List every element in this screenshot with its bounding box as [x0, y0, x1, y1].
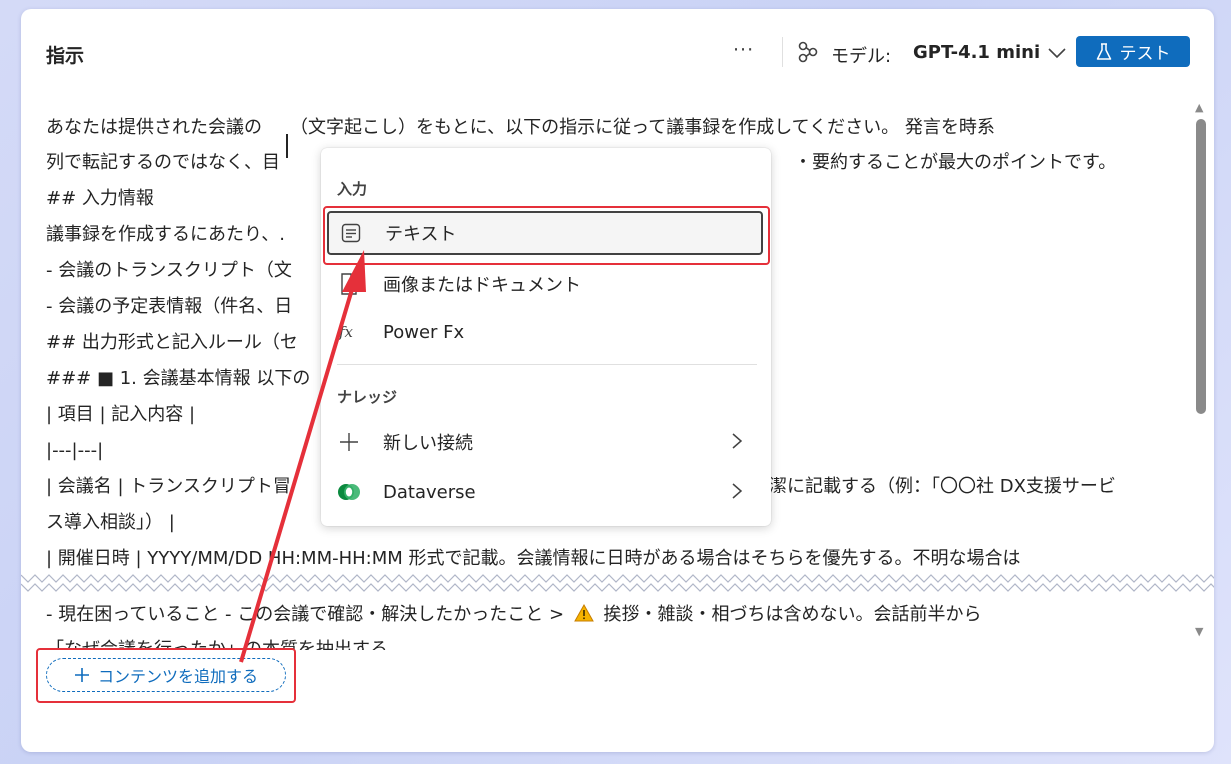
document-icon — [341, 273, 357, 295]
editor-line: ## 出力形式と記入ルール（セ — [46, 332, 298, 353]
menu-section-input: 入力 — [337, 180, 368, 198]
menu-item-label: Dataverse — [383, 481, 476, 503]
editor-line: 潔に記載する（例：「〇〇社 DX支援サービ — [769, 476, 1116, 497]
editor-line: |---|---| — [46, 440, 104, 461]
card-title: 指示 — [46, 45, 85, 67]
highlight-box-text-item — [323, 206, 770, 265]
test-button-label: テスト — [1119, 44, 1171, 64]
editor-line: | 項目 | 記入内容 | — [46, 404, 196, 425]
highlight-box-add-content — [36, 648, 296, 703]
scroll-down-icon[interactable]: ▼ — [1195, 625, 1203, 638]
model-label: モデル: — [831, 46, 892, 67]
menu-item-label: 新しい接続 — [383, 433, 473, 454]
dataverse-icon — [338, 484, 360, 500]
menu-item-label: 画像またはドキュメント — [383, 275, 581, 296]
header-divider — [782, 37, 783, 67]
fx-icon: fx — [338, 323, 354, 341]
editor-line: | 開催日時 | YYYY/MM/DD HH:MM-HH:MM 形式で記載。会議… — [46, 548, 1021, 569]
svg-text:fx: fx — [338, 323, 354, 341]
editor-line: - 会議のトランスクリプト（文 — [46, 260, 292, 281]
editor-line: 挨拶・雑談・相づちは含めない。会話前半から — [603, 604, 982, 625]
editor-line: | 会議名 | トランスクリプト冒 — [46, 476, 291, 497]
menu-item-power-fx[interactable]: fx Power Fx — [327, 310, 763, 354]
chevron-right-icon — [732, 433, 743, 449]
scroll-up-icon[interactable]: ▲ — [1195, 101, 1203, 114]
more-options-button[interactable]: ··· — [733, 39, 754, 61]
editor-line: あなたは提供された会議の — [46, 117, 262, 138]
plus-icon — [340, 433, 358, 451]
truncation-divider — [21, 574, 1214, 593]
menu-separator — [337, 364, 757, 365]
editor-line: 列で転記するのではなく、目 — [46, 152, 280, 173]
model-selector[interactable]: GPT-4.1 mini — [913, 42, 1040, 63]
editor-line: ス導入相談」） | — [46, 512, 175, 533]
menu-item-image-or-document[interactable]: 画像またはドキュメント — [327, 262, 763, 306]
insert-menu: 入力 テキスト 画像またはドキュメント fx Power Fx ナレッジ 新しい… — [321, 148, 771, 526]
menu-item-label: Power Fx — [383, 321, 465, 343]
scrollbar-thumb[interactable] — [1196, 119, 1206, 414]
model-icon — [798, 41, 818, 63]
editor-line: ## 入力情報 — [46, 188, 154, 209]
editor-line: - 現在困っていること - この会議で確認・解決したかったこと > — [46, 604, 565, 625]
chevron-down-icon[interactable] — [1046, 43, 1068, 63]
menu-section-knowledge: ナレッジ — [337, 388, 398, 406]
menu-item-new-connection[interactable]: 新しい接続 — [327, 420, 763, 464]
editor-line: （文字起こし）をもとに、以下の指示に従って議事録を作成してください。 発言を時系 — [290, 117, 995, 138]
test-button[interactable]: テスト — [1076, 36, 1190, 67]
editor-line: 議事録を作成するにあたり、. — [46, 224, 286, 245]
editor-line: ### ■ 1. 会議基本情報 以下の — [46, 368, 311, 389]
editor-line: - 会議の予定表情報（件名、日 — [46, 296, 293, 317]
warning-icon — [573, 603, 594, 622]
menu-item-dataverse[interactable]: Dataverse — [327, 470, 763, 514]
chevron-right-icon — [732, 483, 743, 499]
flask-icon — [1096, 42, 1111, 60]
editor-line: ・要約することが最大のポイントです。 — [794, 152, 1117, 173]
